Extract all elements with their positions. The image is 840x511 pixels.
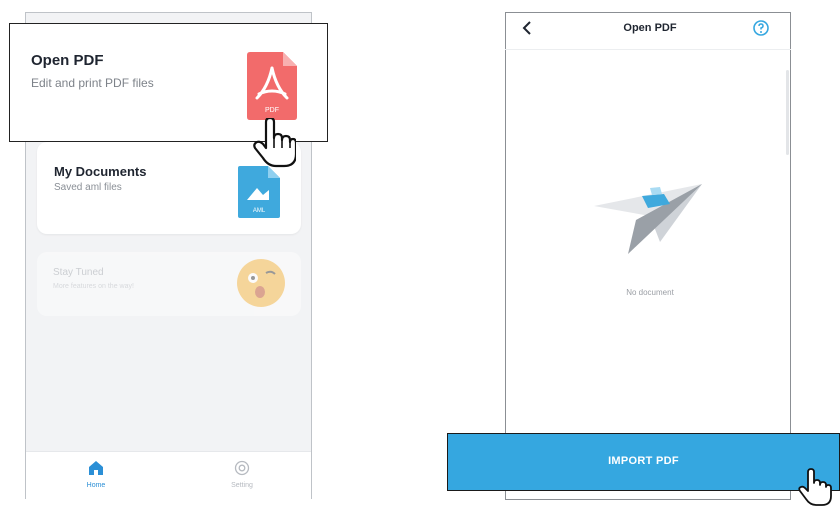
tab-setting-label[interactable]: Setting (217, 482, 267, 489)
tab-home-label[interactable]: Home (71, 482, 121, 489)
aml-icon-badge: AML (253, 208, 266, 214)
pdf-file-icon[interactable]: PDF (247, 52, 297, 120)
bottom-tab-bar (26, 451, 311, 499)
pdf-icon-badge: PDF (265, 107, 279, 114)
back-chevron-icon[interactable] (520, 20, 534, 36)
settings-gear-icon[interactable] (234, 460, 250, 476)
stay-tuned-subtitle: More features on the way! (53, 283, 134, 290)
my-documents-title: My Documents (54, 164, 147, 179)
home-icon[interactable] (88, 460, 104, 476)
surprised-face-icon (236, 258, 286, 308)
pointer-hand-icon (252, 116, 298, 168)
empty-state-text: No document (626, 288, 674, 297)
help-question-icon[interactable] (753, 20, 769, 36)
pointer-hand-icon-2 (797, 468, 833, 506)
import-pdf-label: IMPORT PDF (608, 455, 679, 467)
scrollbar[interactable] (786, 70, 789, 155)
my-documents-subtitle: Saved aml files (54, 182, 122, 193)
aml-file-icon: AML (238, 166, 280, 218)
paper-plane-icon (590, 182, 706, 256)
open-pdf-subtitle: Edit and print PDF files (31, 76, 154, 90)
page-title: Open PDF (623, 22, 677, 34)
stay-tuned-title: Stay Tuned (53, 267, 104, 278)
open-pdf-title: Open PDF (31, 52, 104, 69)
